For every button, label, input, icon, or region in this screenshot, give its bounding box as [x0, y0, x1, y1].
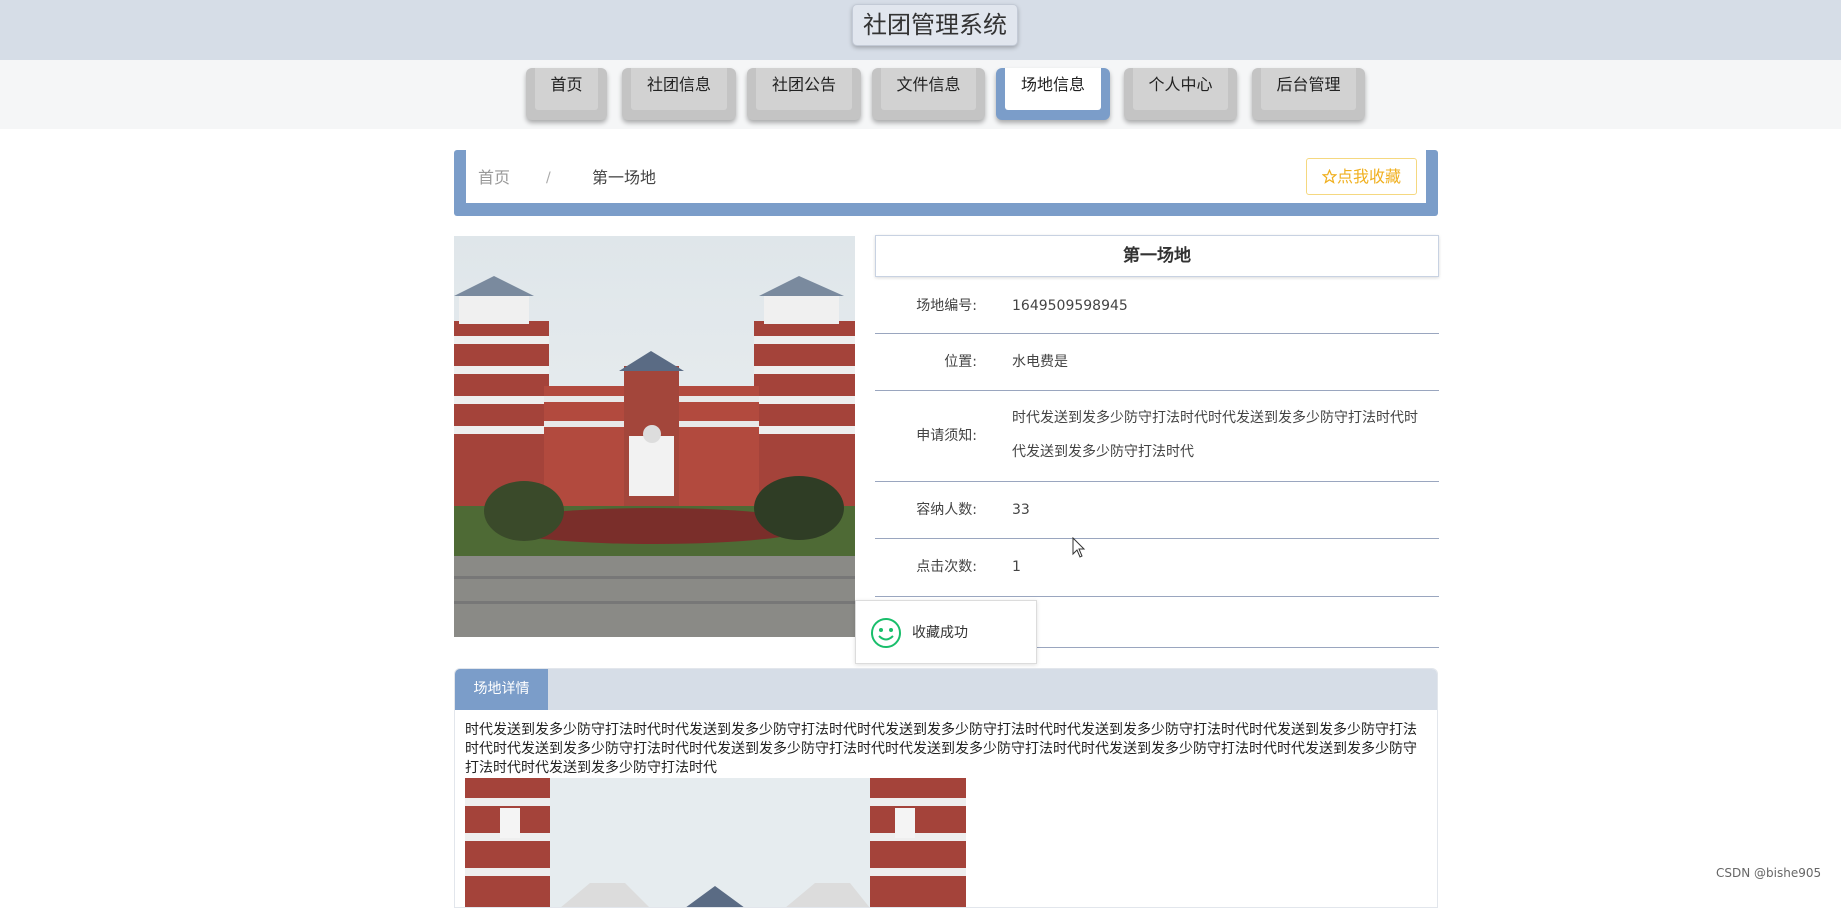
star-outline-icon [1321, 168, 1338, 184]
detail-text: 时代发送到发多少防守打法时代时代发送到发多少防守打法时代时代发送到发多少防守打法… [465, 722, 1417, 776]
info-row-click-count: 点击次数: 1 [875, 539, 1439, 597]
info-value: 水电费是 [1012, 354, 1068, 370]
info-value: 时代发送到发多少防守打法时代时代发送到发多少防守打法时代时代发送到发多少防守打法… [1012, 410, 1418, 460]
site-title: 社团管理系统 [852, 4, 1018, 46]
info-label: 容纳人数: [916, 502, 977, 518]
smile-icon [871, 618, 901, 648]
detail-image [465, 778, 966, 907]
top-header: 社团管理系统 [0, 0, 1841, 60]
tab-venue-detail[interactable]: 场地详情 [455, 669, 548, 710]
info-label: 申请须知: [916, 428, 977, 444]
info-row-location: 位置: 水电费是 [875, 334, 1439, 391]
info-value: 33 [1012, 502, 1030, 518]
info-label: 位置: [944, 354, 977, 370]
breadcrumb-home-link[interactable]: 首页 [478, 167, 510, 189]
nav-item-venue-info[interactable]: 场地信息 [996, 68, 1110, 120]
nav-item-personal-center[interactable]: 个人中心 [1124, 68, 1237, 120]
favorite-button[interactable]: 点我收藏 [1306, 158, 1417, 195]
nav-item-club-notice[interactable]: 社团公告 [747, 68, 861, 120]
info-row-application-notes: 申请须知: 时代发送到发多少防守打法时代时代发送到发多少防守打法时代时代发送到发… [875, 391, 1439, 482]
nav-item-admin[interactable]: 后台管理 [1252, 68, 1365, 120]
breadcrumb-current: 第一场地 [592, 168, 657, 187]
toast-message: 收藏成功 [912, 625, 968, 641]
info-row-capacity: 容纳人数: 33 [875, 482, 1439, 539]
mouse-cursor-icon [1072, 537, 1086, 558]
info-value: 1649509598945 [1012, 298, 1128, 314]
nav-item-file-info[interactable]: 文件信息 [872, 68, 985, 120]
favorite-button-label: 点我收藏 [1336, 167, 1401, 186]
nav-item-home[interactable]: 首页 [526, 68, 607, 120]
venue-detail-panel: 场地详情 时代发送到发多少防守打法时代时代发送到发多少防守打法时代时代发送到发多… [454, 668, 1438, 908]
watermark: CSDN @bishe905 [1716, 866, 1822, 880]
info-label: 场地编号: [916, 298, 977, 314]
toast-success: 收藏成功 [855, 600, 1037, 664]
detail-header: 场地详情 [455, 669, 1437, 710]
info-label: 点击次数: [916, 559, 977, 575]
info-row-venue-number: 场地编号: 1649509598945 [875, 285, 1439, 334]
venue-title: 第一场地 [875, 235, 1439, 277]
venue-photo [454, 236, 855, 637]
breadcrumb-separator: / [546, 170, 551, 186]
nav-item-club-info[interactable]: 社团信息 [622, 68, 736, 120]
info-value: 1 [1012, 559, 1021, 575]
main-nav: 首页 社团信息 社团公告 文件信息 场地信息 个人中心 后台管理 [0, 60, 1841, 129]
